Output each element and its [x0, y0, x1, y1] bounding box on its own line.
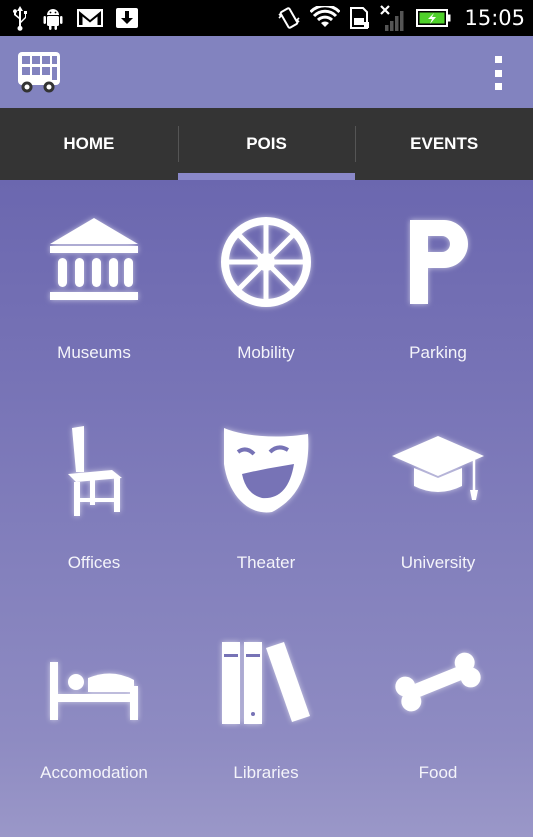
- tab-pois[interactable]: POIS: [177, 108, 356, 180]
- category-label: Theater: [236, 553, 296, 572]
- sd-card-icon: [348, 6, 370, 30]
- tab-events[interactable]: EVENTS: [355, 108, 533, 180]
- status-clock: 15:05: [464, 6, 525, 30]
- category-accomodation[interactable]: Accomodation: [8, 600, 180, 810]
- menu-dot: [494, 83, 502, 90]
- graduation-cap-icon: [388, 422, 488, 522]
- vibrate-icon: [276, 5, 302, 31]
- parking-icon: [388, 212, 488, 312]
- tab-home[interactable]: HOME: [0, 108, 178, 180]
- category-label: Mobility: [237, 343, 295, 362]
- android-debug-icon: [40, 5, 66, 31]
- bed-icon: [44, 632, 144, 732]
- gmail-icon: [76, 7, 104, 29]
- category-label: Food: [418, 763, 458, 782]
- books-icon: [216, 632, 316, 732]
- usb-icon: [10, 5, 30, 31]
- category-label: Libraries: [233, 763, 299, 782]
- bus-icon[interactable]: [16, 50, 62, 98]
- signal-off-icon: [378, 3, 408, 33]
- theater-mask-icon: [216, 422, 316, 522]
- overflow-menu-icon[interactable]: [491, 56, 505, 90]
- wifi-icon: [310, 6, 341, 30]
- category-libraries[interactable]: Libraries: [180, 600, 352, 810]
- download-icon: [114, 6, 140, 30]
- category-label: Offices: [67, 553, 121, 572]
- tab-bar: HOME POIS EVENTS: [0, 108, 533, 180]
- tab-label: HOME: [63, 134, 115, 153]
- category-theater[interactable]: Theater: [180, 390, 352, 600]
- notification-icons: [0, 5, 140, 31]
- tab-label: EVENTS: [410, 134, 479, 153]
- system-icons: 15:05: [276, 3, 533, 33]
- category-label: Parking: [409, 343, 467, 362]
- chair-icon: [44, 422, 144, 522]
- category-museums[interactable]: Museums: [8, 180, 180, 390]
- category-mobility[interactable]: Mobility: [180, 180, 352, 390]
- wheel-icon: [216, 212, 316, 312]
- battery-charging-icon: [416, 7, 452, 29]
- bone-icon: [388, 632, 488, 732]
- category-label: Accomodation: [40, 763, 148, 782]
- menu-dot: [494, 69, 502, 77]
- poi-category-grid: Museums Mobility Parking Offices Theater…: [0, 180, 533, 837]
- screen: 15:05 HOME POIS EVENTS Museums Mobility …: [0, 0, 533, 837]
- status-bar: 15:05: [0, 0, 533, 36]
- category-parking[interactable]: Parking: [352, 180, 524, 390]
- category-food[interactable]: Food: [352, 600, 524, 810]
- menu-dot: [494, 56, 502, 63]
- tab-label: POIS: [246, 134, 287, 153]
- category-label: Museums: [57, 343, 131, 362]
- category-university[interactable]: University: [352, 390, 524, 600]
- category-label: University: [400, 553, 476, 572]
- active-tab-indicator: [177, 173, 356, 180]
- category-offices[interactable]: Offices: [8, 390, 180, 600]
- museum-icon: [44, 212, 144, 312]
- action-bar: [0, 36, 533, 108]
